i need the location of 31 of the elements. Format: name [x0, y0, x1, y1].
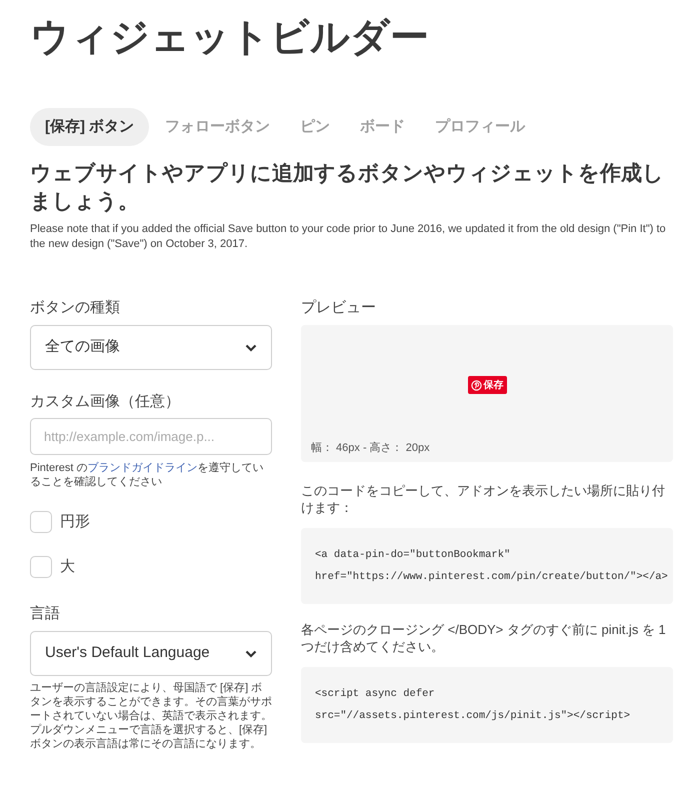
image-url-field[interactable]: http://example.com/image.p...: [30, 418, 272, 455]
field-label: 言語: [30, 604, 61, 624]
field-label: ボタンの種類: [30, 298, 121, 318]
tab[interactable]: フォローボタン: [151, 108, 284, 146]
tab[interactable]: プロフィール: [421, 108, 540, 146]
button-type-select[interactable]: 全ての画像: [30, 325, 272, 370]
checkbox[interactable]: [30, 556, 52, 578]
save-button[interactable]: 保存: [468, 376, 506, 394]
preview-label: プレビュー: [301, 298, 377, 318]
checkbox-label: 円形: [60, 512, 90, 532]
note-text: Please note that if you added the official Save button to your code prior to June 2016, we updated it from the old design ("Pin It") to the new design ("Save") on October 3, 2017.: [30, 222, 667, 252]
chevron-down-icon: [245, 344, 257, 352]
section-heading: ウェブサイトやアプリに追加するボタンやウィジェットを作成しましょう。: [30, 160, 665, 215]
field-label: カスタム画像（任意）: [30, 392, 181, 412]
page-title: ウィジェットビルダー: [30, 15, 430, 61]
help-text: Pinterest のブランドガイドラインを遵守していることを確認してください: [30, 461, 264, 489]
chevron-down-icon: [245, 650, 257, 658]
tab[interactable]: ボード: [346, 108, 420, 146]
checkbox[interactable]: [30, 511, 52, 534]
instruction-text: このコードをコピーして、アドオンを表示したい場所に貼り付けます：: [301, 482, 666, 516]
language-select[interactable]: User's Default Language: [30, 631, 272, 676]
checkbox-label: 大: [60, 556, 75, 576]
size-text: 幅： 46px - 高さ： 20px: [311, 440, 431, 456]
brand-guidelines-link[interactable]: ブランドガイドライン: [87, 462, 198, 474]
pin-icon: [470, 380, 482, 391]
tab[interactable]: [保存] ボタン: [30, 108, 150, 146]
help-text: ユーザーの言語設定により、母国語で [保存] ボタンを表示することができます。その言葉がサポートされていない場合は、英語で表示されます。プルダウンメニューで言語を選択すると、[保存] ボタンの表示言語は常にその言語になります。: [30, 681, 272, 751]
code-block: <a data-pin-do="buttonBookmark" href="https://www.pinterest.com/pin/create/button/"></a>: [301, 528, 673, 604]
code-block: <script async defer src="//assets.pinterest.com/js/pinit.js"></script>: [301, 667, 673, 743]
tab[interactable]: ピン: [286, 108, 344, 146]
instruction-text: 各ページのクロージング </BODY> タグのすぐ前に pinit.js を 1 つだけ含めてください。: [301, 621, 667, 655]
